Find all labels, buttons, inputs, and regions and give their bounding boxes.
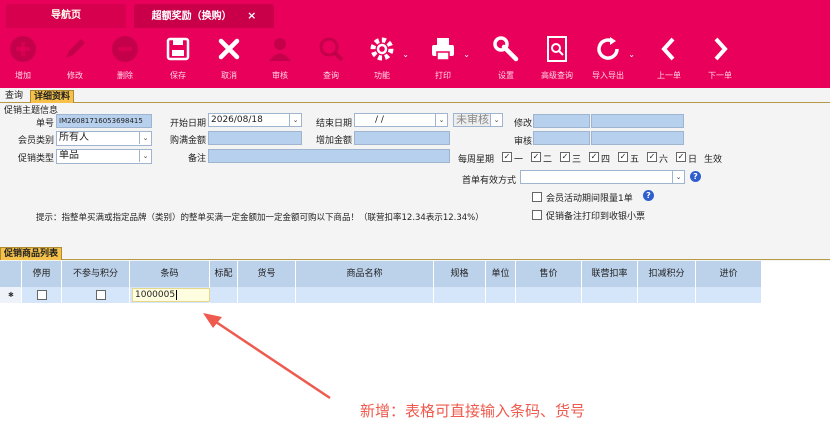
annotation-text: 新增：表格可直接输入条码、货号	[360, 402, 586, 420]
annotation-arrow-icon	[203, 313, 331, 400]
